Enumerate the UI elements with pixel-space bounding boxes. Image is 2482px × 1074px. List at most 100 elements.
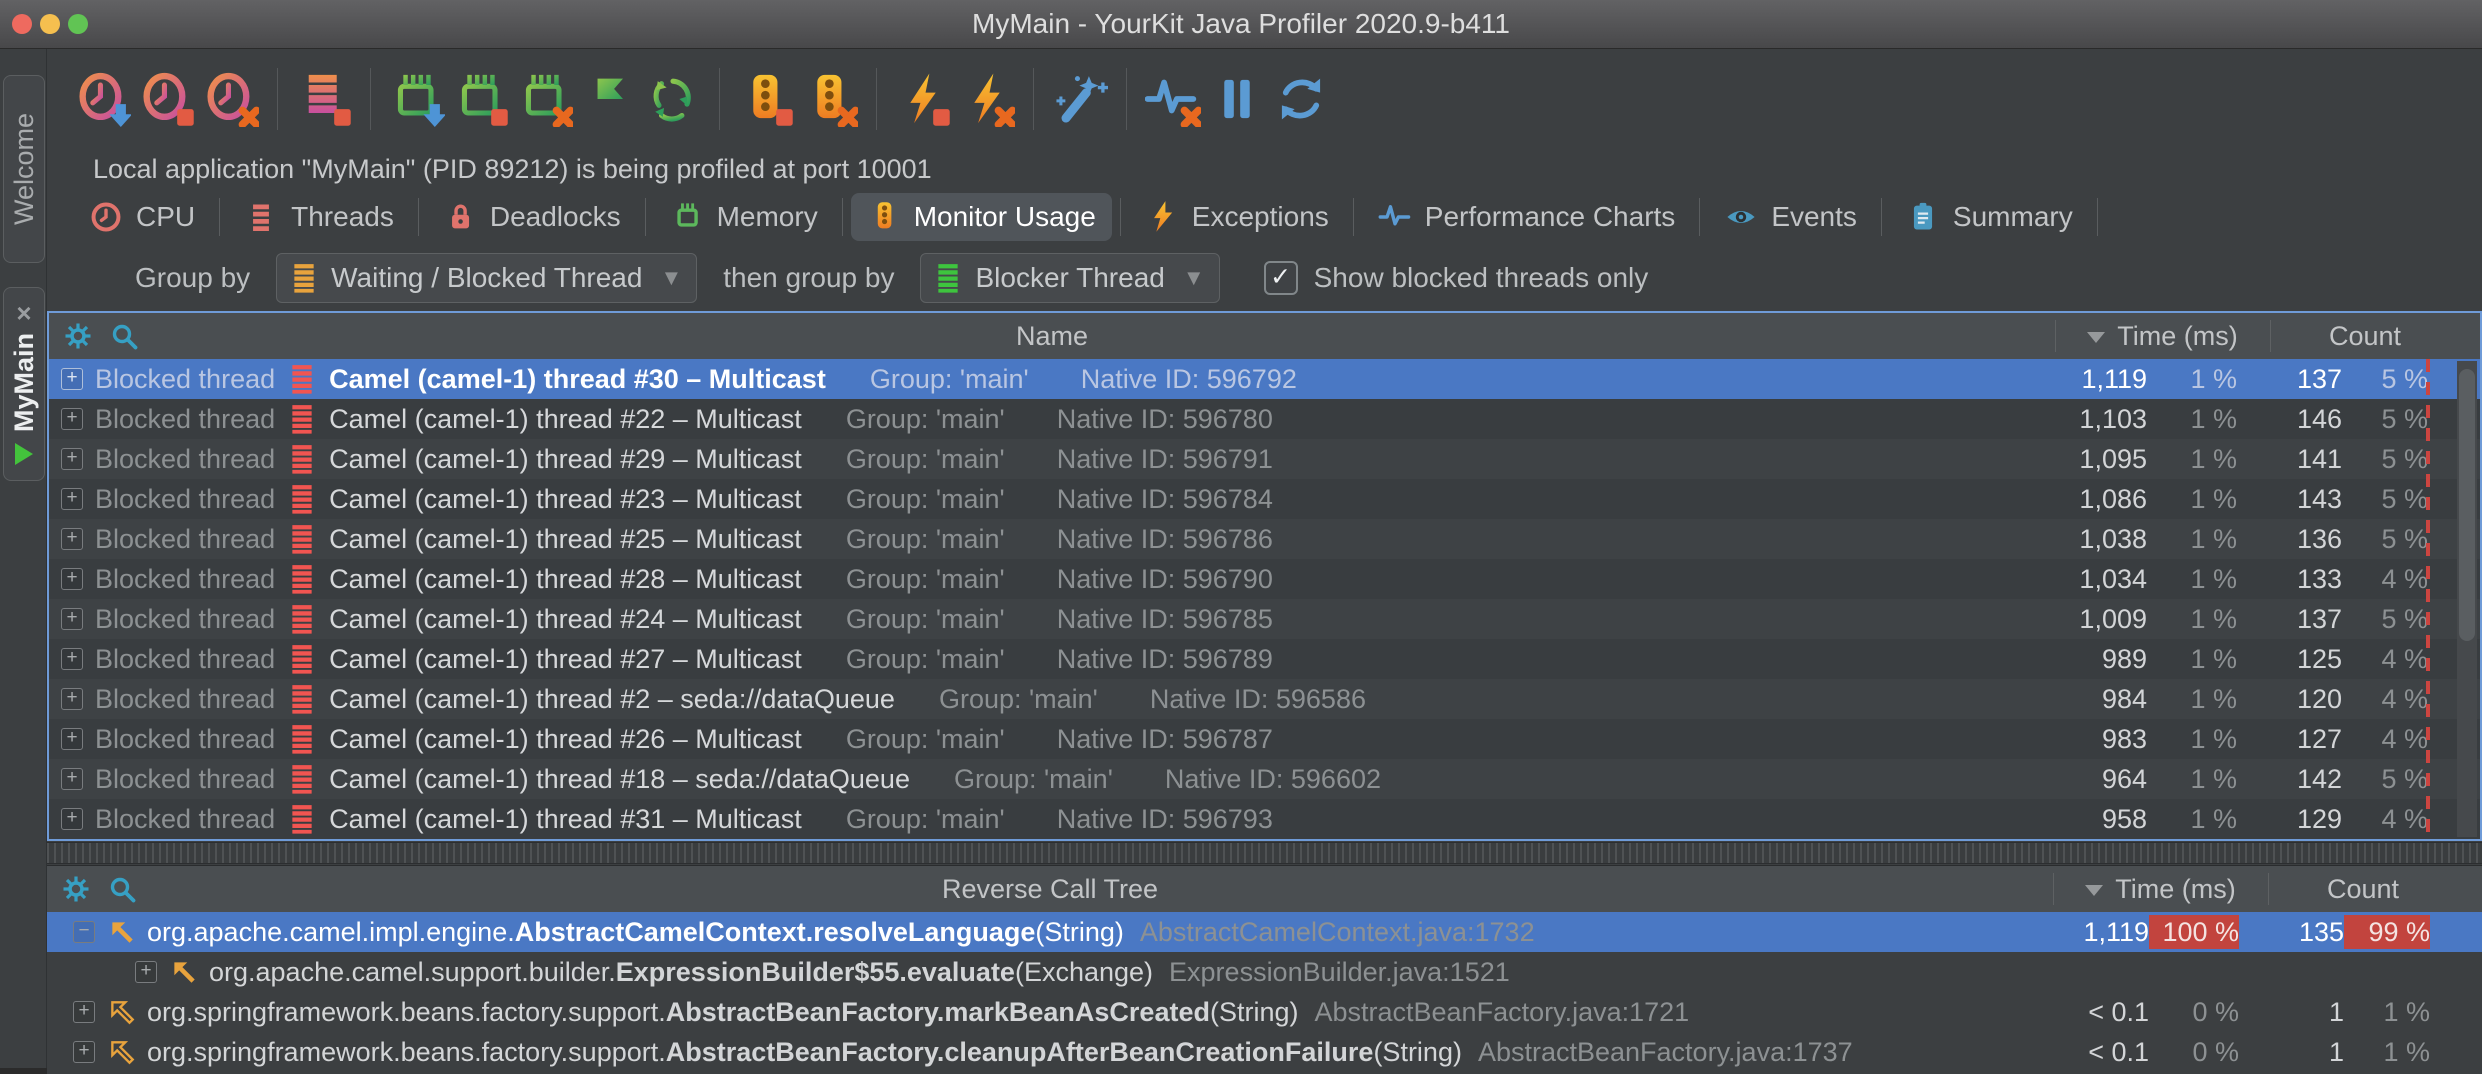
exception-profiling-clear-button[interactable]: [955, 67, 1019, 131]
expander-icon[interactable]: +: [61, 528, 83, 550]
time-percent: 1 %: [2147, 564, 2237, 595]
table-row[interactable]: +Blocked threadCamel (camel-1) thread #2…: [49, 679, 2480, 719]
count-value: 133: [2237, 564, 2342, 595]
time-value: < 0.1: [2049, 1037, 2149, 1068]
close-window-button[interactable]: [12, 14, 32, 34]
table-row[interactable]: +Blocked threadCamel (camel-1) thread #3…: [49, 359, 2480, 399]
minimize-window-button[interactable]: [40, 14, 60, 34]
thread-telemetry-stop-button[interactable]: [292, 67, 356, 131]
monitor-profiling-stop-icon: [738, 71, 794, 127]
method-cell: +org.springframework.beans.factory.suppo…: [47, 997, 2049, 1028]
expander-icon[interactable]: +: [61, 488, 83, 510]
time-value: 1,119: [2047, 364, 2147, 395]
telemetry-clear-button[interactable]: [1141, 67, 1205, 131]
thread-bars-red-icon: [289, 364, 315, 394]
tab-cpu[interactable]: CPU: [73, 193, 211, 241]
count-column-header[interactable]: Count: [2270, 321, 2460, 352]
tab-performance-charts[interactable]: Performance Charts: [1362, 193, 1692, 241]
table-row[interactable]: +Blocked threadCamel (camel-1) thread #3…: [49, 799, 2480, 839]
tab-separator: [1881, 198, 1882, 236]
search-icon[interactable]: [109, 321, 139, 351]
table-row[interactable]: +Blocked threadCamel (camel-1) thread #2…: [49, 719, 2480, 759]
trigger-flag-button[interactable]: [577, 67, 641, 131]
expander-icon[interactable]: +: [73, 1001, 95, 1023]
memory-profiling-start-button[interactable]: [385, 67, 449, 131]
thread-name: Camel (camel-1) thread #27 – Multicast: [329, 644, 802, 675]
cpu-profiling-start-button[interactable]: [71, 67, 135, 131]
vertical-scrollbar[interactable]: [2457, 361, 2477, 837]
count-column-header[interactable]: Count: [2268, 874, 2458, 905]
expander-icon[interactable]: +: [61, 608, 83, 630]
call-tree-title[interactable]: Reverse Call Tree: [47, 874, 2053, 905]
count-value: 137: [2237, 364, 2342, 395]
count-percent: 1 %: [2344, 997, 2430, 1028]
expander-icon[interactable]: +: [61, 728, 83, 750]
expander-icon[interactable]: +: [135, 961, 157, 983]
thread-name-cell: +Blocked threadCamel (camel-1) thread #2…: [49, 684, 2047, 715]
search-icon[interactable]: [107, 874, 137, 904]
tab-events[interactable]: Events: [1708, 193, 1873, 241]
fullscreen-window-button[interactable]: [68, 14, 88, 34]
app-window: MyMain - YourKit Java Profiler 2020.9-b4…: [0, 0, 2482, 1068]
gear-icon[interactable]: [63, 321, 93, 351]
cpu-profiling-clear-button[interactable]: [199, 67, 263, 131]
force-gc-button[interactable]: [641, 67, 705, 131]
cpu-profiling-stop-button[interactable]: [135, 67, 199, 131]
inspections-wand-button[interactable]: [1048, 67, 1112, 131]
horizontal-scrollbar[interactable]: [47, 842, 2482, 864]
thread-bars-red-icon: [289, 804, 315, 834]
tab-threads[interactable]: Threads: [228, 193, 410, 241]
table-row[interactable]: +Blocked threadCamel (camel-1) thread #2…: [49, 559, 2480, 599]
pause-icon: [1209, 71, 1265, 127]
table-row[interactable]: +Blocked threadCamel (camel-1) thread #2…: [49, 519, 2480, 559]
tab-summary[interactable]: Summary: [1890, 193, 2089, 241]
call-tree-row[interactable]: +org.springframework.beans.factory.suppo…: [47, 1032, 2482, 1072]
monitor-profiling-stop-button[interactable]: [734, 67, 798, 131]
time-percent: 1 %: [2147, 484, 2237, 515]
monitor-profiling-clear-button[interactable]: [798, 67, 862, 131]
gear-icon[interactable]: [61, 874, 91, 904]
table-row[interactable]: +Blocked threadCamel (camel-1) thread #2…: [49, 599, 2480, 639]
expander-icon[interactable]: +: [61, 648, 83, 670]
tab-memory[interactable]: Memory: [654, 193, 834, 241]
then-group-by-dropdown[interactable]: Blocker Thread ▼: [920, 253, 1219, 303]
expander-icon[interactable]: +: [61, 368, 83, 390]
table-row[interactable]: +Blocked threadCamel (camel-1) thread #2…: [49, 479, 2480, 519]
expander-icon[interactable]: +: [61, 448, 83, 470]
show-blocked-threads-checkbox[interactable]: ✓: [1264, 261, 1298, 295]
group-by-dropdown[interactable]: Waiting / Blocked Thread ▼: [276, 253, 697, 303]
table-row[interactable]: +Blocked threadCamel (camel-1) thread #2…: [49, 639, 2480, 679]
refresh-button[interactable]: [1269, 67, 1333, 131]
name-column-header[interactable]: Name: [49, 321, 2055, 352]
sidebar-tab-mymain[interactable]: × MyMain: [3, 287, 45, 481]
table-row[interactable]: +Blocked threadCamel (camel-1) thread #1…: [49, 759, 2480, 799]
expander-icon[interactable]: +: [61, 768, 83, 790]
expander-icon[interactable]: +: [73, 1041, 95, 1063]
close-icon[interactable]: ×: [16, 303, 31, 323]
call-tree-row[interactable]: −org.apache.camel.impl.engine.AbstractCa…: [47, 912, 2482, 952]
expander-icon[interactable]: +: [61, 408, 83, 430]
session-tab-rail: Welcome × MyMain: [0, 49, 47, 1068]
source-location: ExpressionBuilder.java:1521: [1169, 957, 1510, 988]
expander-icon[interactable]: +: [61, 568, 83, 590]
exception-profiling-stop-button[interactable]: [891, 67, 955, 131]
tab-monitor-usage[interactable]: Monitor Usage: [851, 193, 1112, 241]
scrollbar-thumb[interactable]: [2459, 369, 2475, 641]
tab-exceptions[interactable]: Exceptions: [1129, 193, 1345, 241]
view-tab-bar: CPU Threads Deadlocks Memory Monitor Usage Ex…: [47, 189, 2482, 245]
tab-deadlocks[interactable]: Deadlocks: [427, 193, 637, 241]
pause-button[interactable]: [1205, 67, 1269, 131]
call-tree-row[interactable]: +org.apache.camel.support.builder.Expres…: [47, 952, 2482, 992]
memory-profiling-clear-button[interactable]: [513, 67, 577, 131]
call-tree-row[interactable]: +org.springframework.beans.factory.suppo…: [47, 992, 2482, 1032]
table-row[interactable]: +Blocked threadCamel (camel-1) thread #2…: [49, 399, 2480, 439]
table-row[interactable]: +Blocked threadCamel (camel-1) thread #2…: [49, 439, 2480, 479]
sidebar-tab-welcome[interactable]: Welcome: [3, 75, 45, 263]
time-column-header[interactable]: Time (ms): [2053, 874, 2268, 905]
time-percent: 1 %: [2147, 684, 2237, 715]
expander-icon[interactable]: +: [61, 688, 83, 710]
expander-icon[interactable]: +: [61, 808, 83, 830]
memory-profiling-stop-button[interactable]: [449, 67, 513, 131]
expander-icon[interactable]: −: [73, 921, 95, 943]
time-column-header[interactable]: Time (ms): [2055, 321, 2270, 352]
